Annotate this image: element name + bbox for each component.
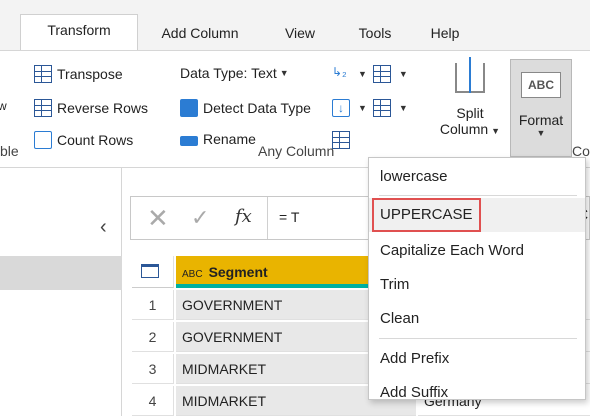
split-column-label: Split [456,105,484,121]
split-column-icon [455,57,485,93]
move-icon [332,131,350,149]
chevron-down-icon: ▼ [398,103,408,113]
replace-values-icon: ↳₂ [332,65,347,79]
split-column-label-2: Column ▼ [436,121,504,137]
table-icon [141,264,159,278]
partial-left-text: w [0,99,7,113]
menu-divider [379,195,577,196]
transpose-label: Transpose [57,66,123,82]
table-menu-icon[interactable] [132,256,174,288]
rename-label: Rename [203,131,256,147]
reverse-rows-icon [34,99,52,117]
fill-button[interactable]: ↓ ▼ ▼ [332,99,408,117]
pivot-icon [372,99,391,117]
formula-input[interactable]: = T [279,209,299,225]
table-group-label: ble [0,143,19,159]
transpose-button[interactable]: Transpose [34,65,123,83]
data-type-dropdown[interactable]: Data Type: Text ▼ [180,65,289,81]
menu-item-add-suffix[interactable]: Add Suffix [369,376,585,410]
queries-pane: ‹ [0,168,122,416]
tab-transform[interactable]: Transform [20,14,138,51]
move-button[interactable] [332,131,355,149]
row-number: 4 [132,386,174,416]
detect-data-type-label: Detect Data Type [203,100,311,116]
detect-data-type-icon [180,99,198,117]
rename-icon [180,136,198,146]
chevron-down-icon: ▼ [279,68,289,78]
replace-values-button[interactable]: ↳₂ ▼ ▼ [332,65,408,83]
row-number: 2 [132,322,174,352]
query-item[interactable] [0,256,122,290]
menu-item-capitalize-each-word[interactable]: Capitalize Each Word [369,234,585,268]
fill-icon [372,65,391,83]
menu-item-uppercase[interactable]: UPPERCASE [369,198,585,232]
collapse-pane-icon[interactable]: ‹ [100,216,107,239]
text-type-icon: ABC [182,269,203,280]
chevron-down-icon: ▼ [358,103,367,113]
split-column-button[interactable]: Split Column ▼ [436,57,504,145]
menu-item-uppercase-label: UPPERCASE [372,198,481,232]
count-rows-button[interactable]: Count Rows [34,131,133,149]
menu-item-trim[interactable]: Trim [369,268,585,302]
row-number: 1 [132,290,174,320]
format-label: Format [518,112,564,128]
chevron-down-icon: ▼ [398,69,408,79]
detect-data-type-button[interactable]: Detect Data Type [180,99,311,117]
tab-view[interactable]: View [270,16,330,50]
count-rows-label: Count Rows [57,132,134,148]
ribbon: w Transpose Reverse Rows Count Rows ble … [0,50,590,168]
any-column-group-label: Any Column [258,143,335,159]
fx-icon: fx [235,206,252,227]
menu-item-lowercase[interactable]: lowercase [369,160,585,194]
tab-tools[interactable]: Tools [345,16,405,50]
format-menu: lowercase UPPERCASE Capitalize Each Word… [368,157,586,401]
row-number: 3 [132,354,174,384]
chevron-down-icon: ▼ [358,69,367,79]
format-button[interactable]: ABC Format ▼ [510,59,572,157]
fill-down-icon: ↓ [332,99,350,117]
chevron-down-icon: ▼ [536,128,546,138]
rename-button[interactable]: Rename [180,131,256,147]
format-icon: ABC [521,72,561,98]
transpose-icon [34,65,52,83]
formula-divider [267,197,268,239]
reverse-rows-label: Reverse Rows [57,100,149,116]
menu-divider [379,338,577,339]
column-header-label: Segment [208,264,268,280]
tab-help[interactable]: Help [420,16,470,50]
ribbon-tabs: Transform Add Column View Tools Help [0,0,590,51]
menu-item-clean[interactable]: Clean [369,302,585,336]
chevron-down-icon: ▼ [491,126,501,136]
tab-add-column[interactable]: Add Column [150,16,250,50]
cancel-icon[interactable]: ✕ [147,203,169,234]
count-rows-icon [34,131,52,149]
data-type-label: Data Type: Text [180,65,277,81]
confirm-icon[interactable]: ✓ [191,205,209,231]
split-column-label-line2: Column [439,121,489,137]
reverse-rows-button[interactable]: Reverse Rows [34,99,148,117]
menu-item-add-prefix[interactable]: Add Prefix [369,342,585,376]
